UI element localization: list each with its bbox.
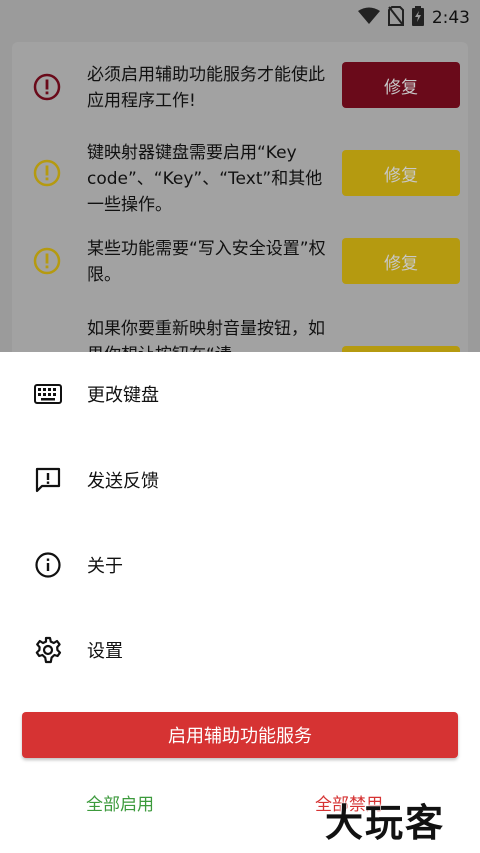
menu-item-change-keyboard[interactable]: 更改键盘	[0, 364, 480, 424]
menu-item-label: 发送反馈	[87, 471, 159, 492]
no-sim-icon	[387, 6, 404, 30]
keyboard-icon	[34, 380, 62, 408]
feedback-icon	[34, 466, 62, 494]
info-icon	[34, 551, 62, 579]
issues-card: 必须启用辅助功能服务才能使此应用程序工作! 修复 键映射器键盘需要启用“Key …	[12, 42, 468, 392]
issue-text: 某些功能需要“写入安全设置”权限。	[87, 239, 326, 285]
wifi-icon	[357, 7, 380, 29]
menu-item-label: 更改键盘	[87, 385, 159, 406]
error-circle-icon	[32, 72, 62, 102]
menu-item-settings[interactable]: 设置	[0, 620, 480, 680]
menu-item-send-feedback[interactable]: 发送反馈	[0, 450, 480, 510]
warning-circle-icon	[32, 246, 62, 276]
fix-button[interactable]: 修复	[342, 62, 460, 108]
fix-button[interactable]: 修复	[342, 150, 460, 196]
watermark-logo: 大玩客	[325, 801, 446, 845]
battery-charging-icon	[411, 6, 424, 30]
bottom-sheet	[0, 352, 480, 853]
status-bar: 2:43	[0, 0, 480, 34]
issue-text: 键映射器键盘需要启用“Key code”、“Key”、“Text”和其他一些操作…	[87, 143, 323, 215]
menu-item-label: 关于	[87, 556, 123, 577]
warning-circle-icon	[32, 158, 62, 188]
gear-icon	[34, 636, 62, 664]
issue-text: 必须启用辅助功能服务才能使此应用程序工作!	[87, 65, 325, 111]
clock: 2:43	[431, 8, 470, 28]
enable-all-button[interactable]: 全部启用	[86, 790, 154, 815]
menu-item-label: 设置	[87, 641, 123, 662]
fix-button[interactable]: 修复	[342, 238, 460, 284]
menu-item-about[interactable]: 关于	[0, 535, 480, 595]
enable-accessibility-button[interactable]: 启用辅助功能服务	[22, 712, 458, 758]
